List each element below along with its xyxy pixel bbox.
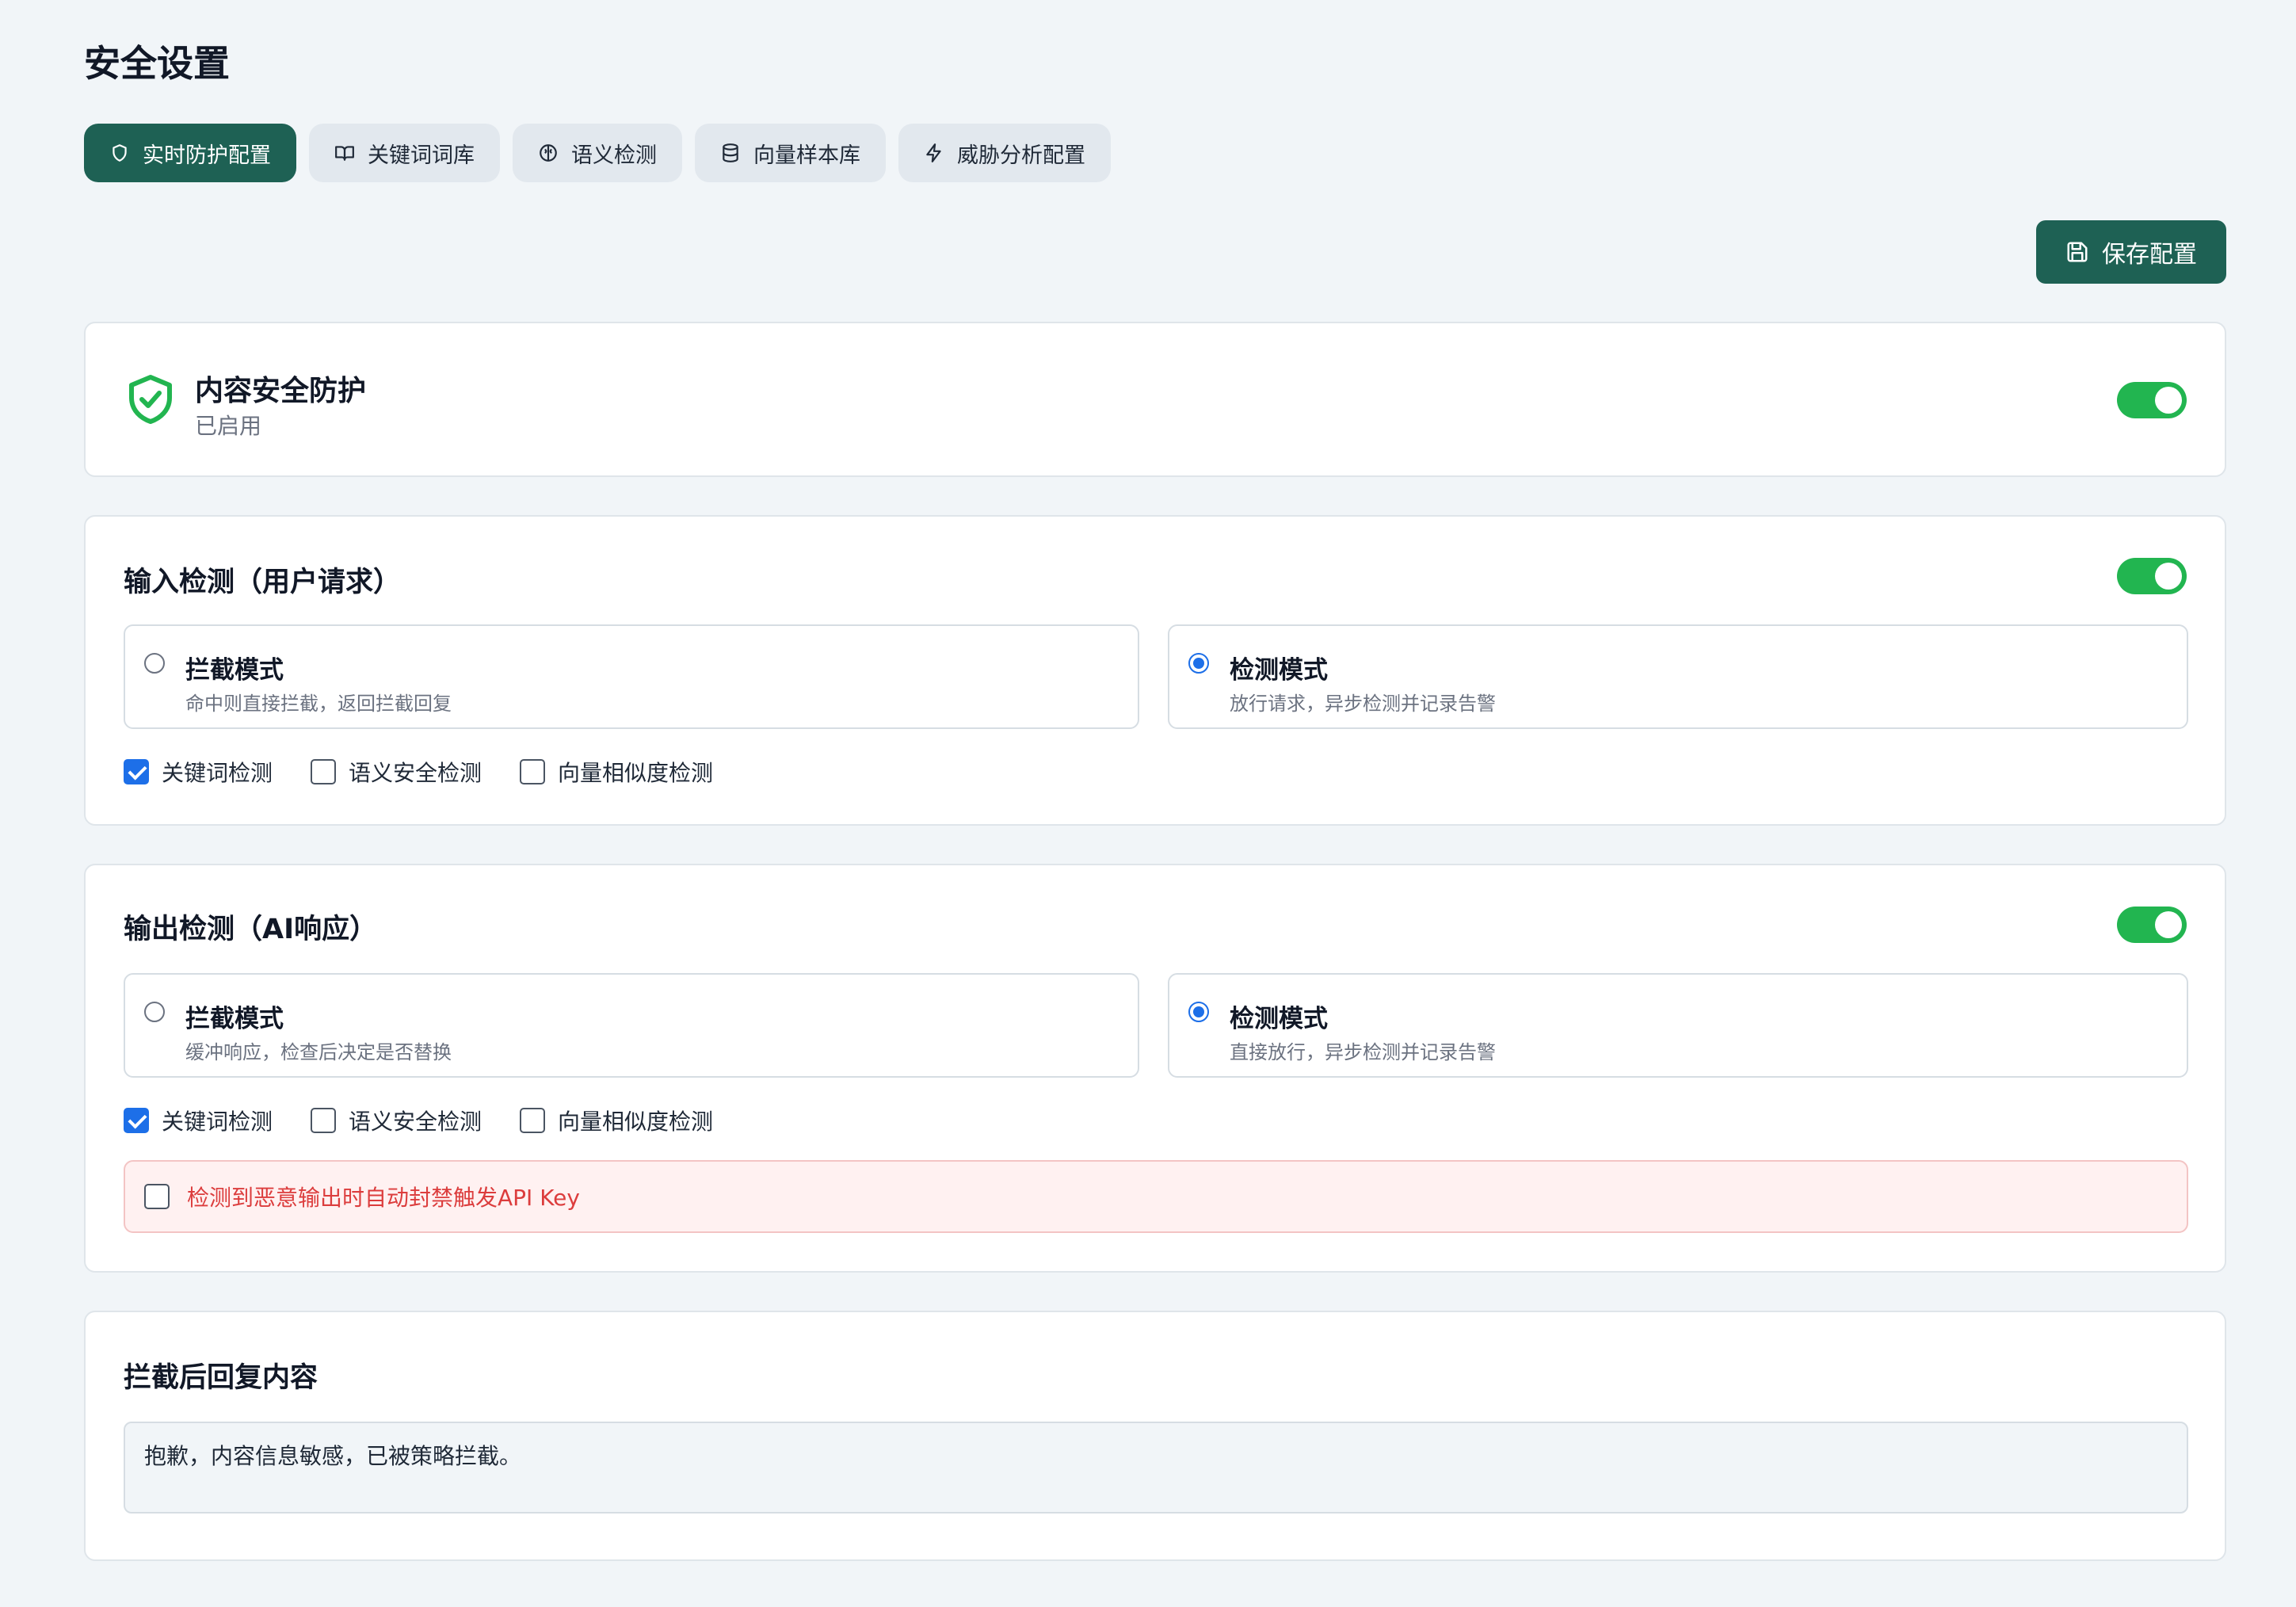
checkbox[interactable] (311, 1108, 337, 1133)
input-keyword-check[interactable]: 关键词检测 (124, 756, 273, 788)
mode-description: 命中则直接拦截，返回拦截回复 (185, 693, 452, 715)
security-settings-page: 安全设置 实时防护配置 关键词词库 语义检测 向量样本库 威胁分析配置 保存配置… (0, 0, 2296, 1607)
output-detection-methods: 关键词检测 语义安全检测 向量相似度检测 (124, 1105, 751, 1136)
mode-title: 检测模式 (1230, 1005, 1328, 1033)
checkbox-label: 语义安全检测 (349, 1109, 482, 1135)
checkbox[interactable] (520, 1108, 546, 1133)
input-vector-check[interactable]: 向量相似度检测 (520, 756, 713, 788)
content-protection-card: 内容安全防护 已启用 (84, 322, 2226, 477)
input-semantic-check[interactable]: 语义安全检测 (311, 756, 482, 788)
output-detection-title: 输出检测（AI响应） (124, 914, 378, 945)
output-detect-mode-radio[interactable] (1188, 1002, 1209, 1022)
checkbox[interactable] (520, 759, 546, 784)
checkbox-label: 语义安全检测 (349, 760, 482, 786)
tab-label: 实时防护配置 (143, 143, 271, 168)
checkbox-label: 关键词检测 (162, 1109, 273, 1135)
auto-ban-label: 检测到恶意输出时自动封禁触发API Key (187, 1185, 580, 1211)
mode-description: 缓冲响应，检查后决定是否替换 (185, 1041, 452, 1063)
mode-description: 直接放行，异步检测并记录告警 (1230, 1041, 1496, 1063)
content-protection-status: 已启用 (195, 413, 262, 439)
auto-ban-checkbox[interactable] (144, 1184, 170, 1209)
tab-threat-analysis-config[interactable]: 威胁分析配置 (898, 124, 1111, 182)
page-title: 安全设置 (84, 42, 230, 85)
checkbox[interactable] (124, 759, 149, 784)
input-detection-title: 输入检测（用户请求） (124, 567, 402, 598)
input-detection-card: 输入检测（用户请求） 拦截模式 命中则直接拦截，返回拦截回复 检测模式 放行请求… (84, 515, 2226, 826)
tab-label: 向量样本库 (753, 143, 860, 168)
mode-description: 放行请求，异步检测并记录告警 (1230, 693, 1496, 715)
output-detection-toggle[interactable] (2117, 907, 2187, 943)
tab-label: 关键词词库 (368, 143, 475, 168)
save-config-label: 保存配置 (2102, 241, 2197, 269)
checkbox[interactable] (311, 759, 337, 784)
checkbox-label: 向量相似度检测 (558, 1109, 714, 1135)
tab-vector-sample-library[interactable]: 向量样本库 (695, 124, 886, 182)
output-vector-check[interactable]: 向量相似度检测 (520, 1105, 713, 1136)
input-detection-toggle[interactable] (2117, 558, 2187, 594)
output-detect-mode-option[interactable]: 检测模式 直接放行，异步检测并记录告警 (1168, 973, 2188, 1078)
output-block-mode-option[interactable]: 拦截模式 缓冲响应，检查后决定是否替换 (124, 973, 1139, 1078)
output-block-mode-radio[interactable] (144, 1002, 165, 1022)
output-semantic-check[interactable]: 语义安全检测 (311, 1105, 482, 1136)
content-protection-title: 内容安全防护 (195, 375, 367, 407)
auto-ban-api-key-option[interactable]: 检测到恶意输出时自动封禁触发API Key (124, 1160, 2188, 1233)
tab-label: 威胁分析配置 (957, 143, 1085, 168)
mode-title: 检测模式 (1230, 656, 1328, 685)
input-detect-mode-radio[interactable] (1188, 653, 1209, 674)
input-detect-mode-option[interactable]: 检测模式 放行请求，异步检测并记录告警 (1168, 624, 2188, 729)
block-reply-title: 拦截后回复内容 (124, 1362, 318, 1394)
content-protection-toggle[interactable] (2117, 382, 2187, 418)
shield-check-icon (129, 375, 172, 424)
input-block-mode-radio[interactable] (144, 653, 165, 674)
save-icon (2067, 242, 2088, 262)
tab-label: 语义检测 (571, 143, 657, 168)
brain-icon (540, 144, 557, 162)
mode-title: 拦截模式 (185, 1005, 284, 1033)
tab-semantic-detection[interactable]: 语义检测 (513, 124, 682, 182)
input-detection-methods: 关键词检测 语义安全检测 向量相似度检测 (124, 756, 751, 788)
input-block-mode-option[interactable]: 拦截模式 命中则直接拦截，返回拦截回复 (124, 624, 1139, 729)
database-icon (723, 143, 738, 162)
mode-title: 拦截模式 (185, 656, 284, 685)
block-reply-card: 拦截后回复内容 抱歉，内容信息敏感，已被策略拦截。 (84, 1311, 2226, 1561)
tab-keyword-library[interactable]: 关键词词库 (309, 124, 500, 182)
checkbox-label: 向量相似度检测 (558, 760, 714, 786)
book-icon (335, 146, 354, 161)
shield-icon (113, 144, 127, 162)
lightning-icon (926, 143, 941, 162)
output-keyword-check[interactable]: 关键词检测 (124, 1105, 273, 1136)
checkbox[interactable] (124, 1108, 149, 1133)
tab-realtime-protection[interactable]: 实时防护配置 (84, 124, 296, 182)
tab-bar: 实时防护配置 关键词词库 语义检测 向量样本库 威胁分析配置 (84, 124, 1111, 182)
checkbox-label: 关键词检测 (162, 760, 273, 786)
block-reply-textarea[interactable]: 抱歉，内容信息敏感，已被策略拦截。 (124, 1422, 2188, 1513)
output-detection-card: 输出检测（AI响应） 拦截模式 缓冲响应，检查后决定是否替换 检测模式 直接放行… (84, 864, 2226, 1273)
save-config-button[interactable]: 保存配置 (2036, 220, 2226, 284)
